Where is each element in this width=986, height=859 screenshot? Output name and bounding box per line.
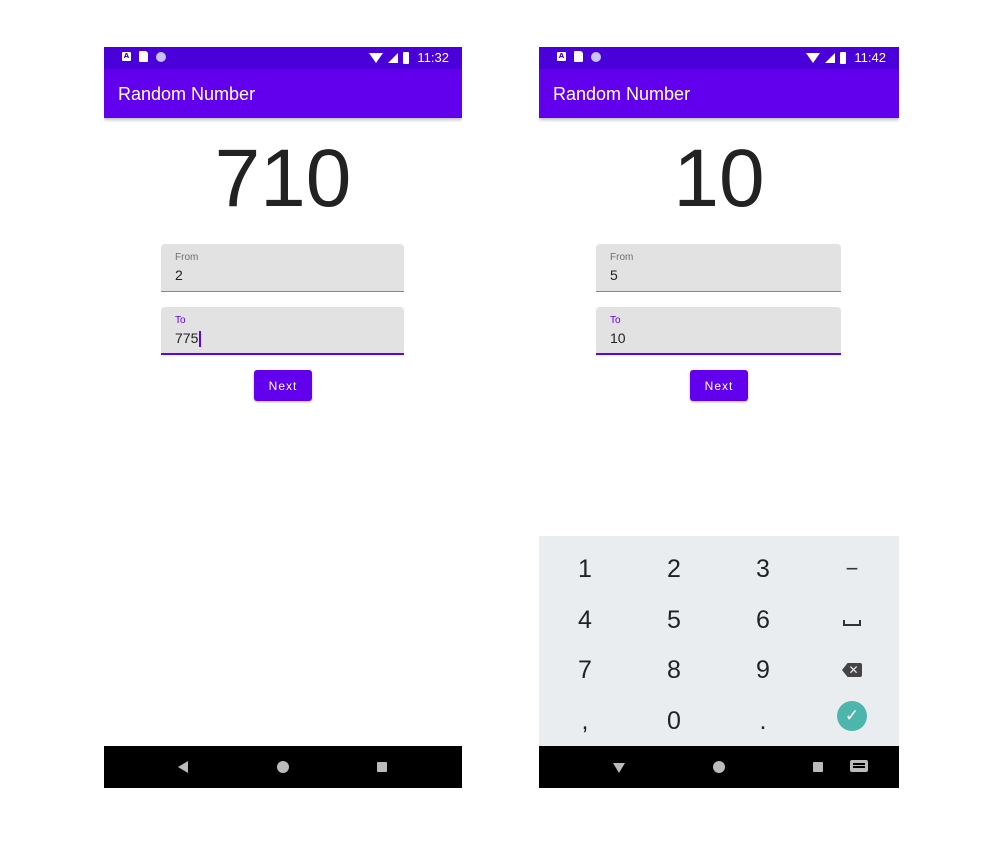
key-6[interactable]: 6: [718, 595, 808, 645]
sd-card-icon: [574, 51, 583, 62]
navigation-bar: [104, 746, 462, 788]
text-cursor: [199, 331, 202, 348]
key-8[interactable]: 8: [629, 645, 719, 695]
status-time: 11:32: [417, 50, 449, 65]
recent-apps-icon[interactable]: [377, 762, 387, 772]
phone-screen-left: A 11:32 Random Number 710 From 2 To 775 …: [104, 47, 462, 788]
a-notification-icon: A: [557, 52, 566, 61]
app-title: Random Number: [553, 84, 691, 104]
backspace-icon: ✕: [842, 663, 862, 677]
key-space[interactable]: [807, 595, 897, 645]
from-value: 2: [175, 267, 183, 283]
back-icon[interactable]: [178, 761, 188, 773]
key-0[interactable]: 0: [629, 696, 719, 746]
numeric-keyboard: 1 2 3 − 4 5 6 7 8 9 ✕ , 0 . ✓: [539, 536, 899, 746]
random-number-display: 10: [673, 133, 765, 224]
status-time: 11:42: [854, 50, 886, 65]
to-value: 10: [610, 330, 626, 346]
a-notification-icon: A: [122, 52, 131, 61]
key-2[interactable]: 2: [629, 544, 719, 594]
key-4[interactable]: 4: [540, 595, 630, 645]
signal-icon: [825, 52, 836, 63]
from-field[interactable]: From 2: [161, 244, 404, 292]
from-field[interactable]: From 5: [596, 244, 841, 292]
app-bar: Random Number: [104, 69, 462, 118]
home-icon[interactable]: [713, 761, 725, 773]
hide-keyboard-icon[interactable]: [613, 763, 625, 773]
key-period[interactable]: .: [718, 696, 808, 746]
key-backspace[interactable]: ✕: [807, 645, 897, 695]
from-label: From: [610, 252, 634, 263]
battery-icon: [403, 51, 410, 64]
sd-card-icon: [139, 51, 148, 62]
next-button[interactable]: Next: [690, 370, 748, 401]
navigation-bar: [539, 746, 899, 788]
space-icon: [843, 620, 861, 626]
next-button[interactable]: Next: [254, 370, 312, 401]
to-value-wrap: 775: [175, 330, 202, 348]
wifi-icon: [806, 52, 821, 63]
circle-notification-icon: [591, 51, 601, 62]
key-comma[interactable]: ,: [540, 696, 630, 746]
phone-screen-right: A 11:42 Random Number 10 From 5 To 10 Ne…: [539, 47, 899, 788]
key-9[interactable]: 9: [718, 645, 808, 695]
status-bar: A 11:42: [539, 47, 899, 69]
home-icon[interactable]: [277, 761, 289, 773]
to-field[interactable]: To 775: [161, 307, 404, 355]
signal-icon: [388, 52, 399, 63]
done-check-icon: ✓: [837, 701, 867, 731]
key-1[interactable]: 1: [540, 544, 630, 594]
recent-apps-icon[interactable]: [813, 762, 823, 772]
wifi-icon: [369, 52, 384, 63]
to-label: To: [175, 315, 186, 326]
random-number-display: 710: [214, 133, 352, 224]
app-title: Random Number: [118, 84, 256, 104]
key-minus[interactable]: −: [807, 544, 897, 594]
to-label: To: [610, 315, 621, 326]
status-bar: A 11:32: [104, 47, 462, 69]
from-label: From: [175, 252, 199, 263]
to-field[interactable]: To 10: [596, 307, 841, 355]
from-value: 5: [610, 267, 618, 283]
battery-icon: [840, 51, 847, 64]
app-bar: Random Number: [539, 69, 899, 118]
key-7[interactable]: 7: [540, 645, 630, 695]
key-done[interactable]: ✓: [807, 691, 897, 741]
to-value: 775: [175, 330, 199, 346]
keyboard-switch-icon[interactable]: [850, 760, 868, 772]
key-3[interactable]: 3: [718, 544, 808, 594]
key-5[interactable]: 5: [629, 595, 719, 645]
circle-notification-icon: [156, 51, 166, 62]
